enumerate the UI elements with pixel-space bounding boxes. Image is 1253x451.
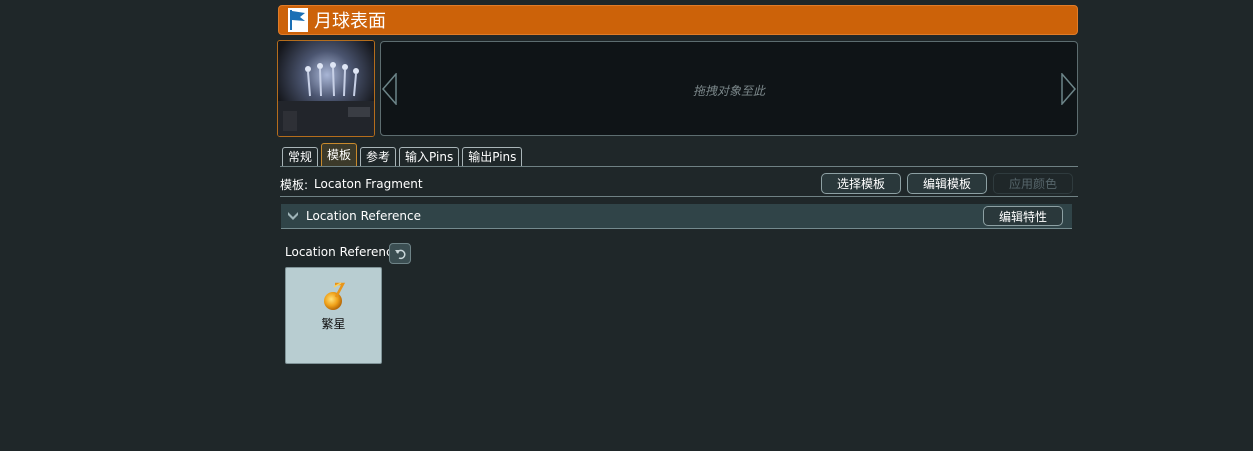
select-template-button[interactable]: 选择模板 — [821, 173, 901, 194]
template-label: 模板: — [280, 177, 309, 192]
drop-zone[interactable]: 拖拽对象至此 — [380, 41, 1078, 136]
section-title: Location Reference — [306, 209, 421, 223]
drop-hint: 拖拽对象至此 — [692, 84, 765, 98]
reference-card[interactable]: 繁星 — [285, 267, 382, 364]
template-value: Locaton Fragment — [314, 177, 423, 191]
edit-template-button[interactable]: 编辑模板 — [907, 173, 987, 194]
property-label: Location Reference — [285, 245, 400, 259]
tab-input-pins[interactable]: 输入Pins — [399, 147, 460, 167]
chevron-down-icon[interactable] — [286, 209, 300, 223]
divider — [280, 196, 1078, 197]
arrow-right-icon[interactable] — [1060, 73, 1076, 105]
flag-icon — [288, 8, 308, 32]
apply-color-button[interactable]: 应用颜色 — [993, 173, 1073, 194]
tab-bar: 常规 模板 参考 输入Pins 输出Pins — [282, 143, 523, 167]
title-bar: 月球表面 — [278, 5, 1078, 35]
tab-general[interactable]: 常规 — [282, 147, 319, 167]
tabs-divider — [280, 166, 1078, 167]
tab-template[interactable]: 模板 — [321, 143, 358, 167]
thumbnail-image[interactable] — [277, 40, 375, 137]
page-title: 月球表面 — [314, 11, 386, 32]
reset-button[interactable] — [389, 243, 411, 264]
tab-reference[interactable]: 参考 — [360, 147, 397, 167]
edit-properties-button[interactable]: 编辑特性 — [983, 206, 1063, 226]
card-label: 繁星 — [321, 317, 346, 331]
undo-icon — [395, 249, 406, 259]
planet-icon — [324, 282, 346, 310]
tab-output-pins[interactable]: 输出Pins — [462, 147, 523, 167]
section-header[interactable]: Location Reference — [281, 204, 1072, 229]
